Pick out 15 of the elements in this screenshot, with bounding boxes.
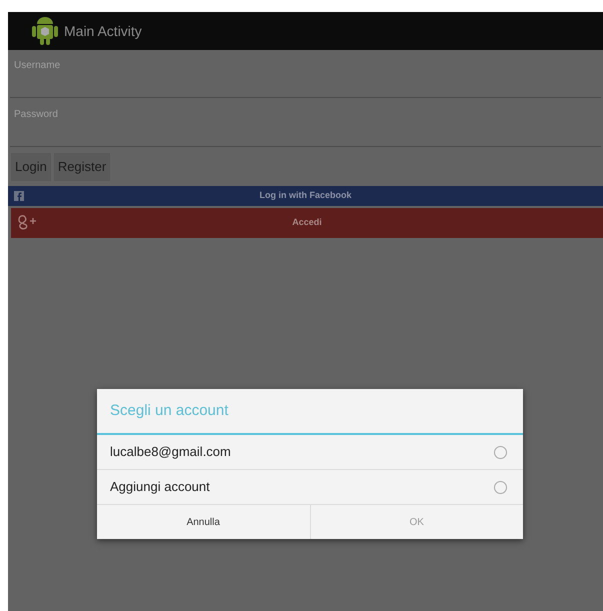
text-field[interactable]: Username (14, 58, 597, 73)
action-button[interactable]: Login (11, 153, 51, 181)
account-option[interactable]: lucalbe8@gmail.com (97, 435, 523, 470)
google-login-button[interactable]: Accedi (11, 208, 603, 238)
android-icon (32, 16, 58, 46)
window-title: Main Activity (64, 22, 142, 41)
action-button[interactable]: Register (54, 153, 110, 181)
dialog-button[interactable]: Annulla (97, 505, 310, 539)
facebook-icon (14, 191, 24, 201)
text-field[interactable]: Password (14, 107, 597, 122)
facebook-login-button[interactable]: Log in with Facebook (8, 186, 603, 206)
radio-button[interactable] (494, 446, 507, 458)
radio-button[interactable] (494, 480, 507, 494)
dialog-title: Scegli un account (110, 400, 228, 421)
account-option[interactable]: Aggiungi account (97, 470, 523, 505)
